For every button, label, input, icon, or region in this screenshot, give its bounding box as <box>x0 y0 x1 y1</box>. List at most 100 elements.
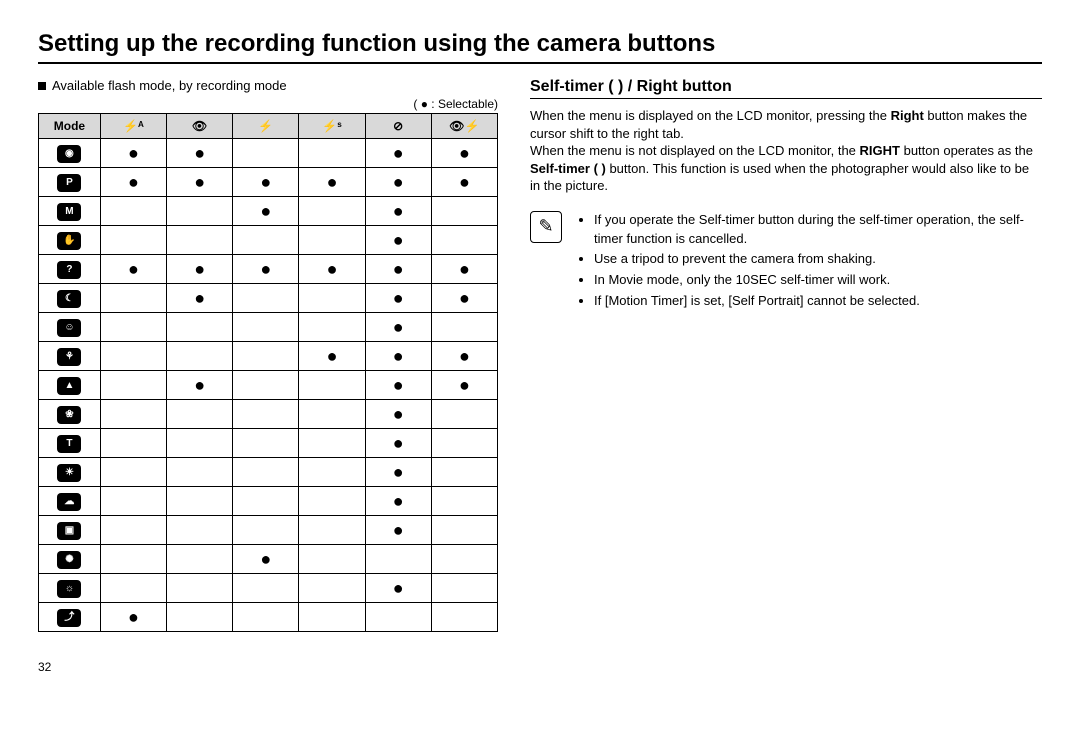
flash-cell: ● <box>365 371 431 400</box>
selectable-dot-icon: ● <box>393 404 404 424</box>
flash-mode-subhead: Available flash mode, by recording mode <box>38 78 498 93</box>
flash-cell <box>100 458 166 487</box>
flash-cell: ● <box>233 545 299 574</box>
flash-cell: ● <box>365 574 431 603</box>
flash-cell <box>100 313 166 342</box>
flash-cell: ● <box>167 371 233 400</box>
mode-sunset-icon: ☀ <box>57 464 81 482</box>
selectable-dot-icon: ● <box>459 143 470 163</box>
selectable-dot-icon: ● <box>128 607 139 627</box>
flash-cell: ● <box>233 168 299 197</box>
page-number: 32 <box>38 660 498 674</box>
flash-cell <box>431 313 497 342</box>
mode-header: Mode <box>39 114 101 139</box>
flash-cell <box>431 400 497 429</box>
mode-cell: ✋ <box>39 226 101 255</box>
table-row: ✺● <box>39 545 498 574</box>
table-row: M●● <box>39 197 498 226</box>
mode-cell: ☼ <box>39 574 101 603</box>
flash-cell <box>167 574 233 603</box>
mode-night-icon: ☾ <box>57 290 81 308</box>
mode-firework-icon: ✺ <box>57 551 81 569</box>
selectable-dot-icon: ● <box>128 259 139 279</box>
note-item: Use a tripod to prevent the camera from … <box>594 250 1042 269</box>
flash-cell <box>233 574 299 603</box>
mode-cell: ☾ <box>39 284 101 313</box>
selectable-dot-icon: ● <box>260 172 271 192</box>
flash-cell <box>167 545 233 574</box>
redeye-fix-icon: 👁⚡ <box>449 119 479 133</box>
flash-cell <box>100 342 166 371</box>
flash-mode-table: Mode ⚡ᴬ 👁 ⚡ ⚡ˢ ⊘ 👁⚡ ◉●●●●P●●●●●●M●●✋●?●●… <box>38 113 498 632</box>
flash-cell: ● <box>167 284 233 313</box>
selectable-dot-icon: ● <box>459 375 470 395</box>
flash-cell: ● <box>365 197 431 226</box>
flash-cell: ● <box>431 139 497 168</box>
table-row: ☺● <box>39 313 498 342</box>
self-timer-heading: Self-timer ( ) / Right button <box>530 78 1042 99</box>
columns: Available flash mode, by recording mode … <box>38 78 1042 674</box>
selectable-dot-icon: ● <box>393 172 404 192</box>
table-row: ☁● <box>39 487 498 516</box>
flash-cell <box>299 313 365 342</box>
flash-cell <box>299 371 365 400</box>
mode-cell: ✺ <box>39 545 101 574</box>
flash-cell <box>431 226 497 255</box>
flash-cell <box>365 603 431 632</box>
selectable-dot-icon: ● <box>393 317 404 337</box>
table-body: ◉●●●●P●●●●●●M●●✋●?●●●●●●☾●●●☺●⚘●●●▲●●●❀●… <box>39 139 498 632</box>
flash-cell <box>431 487 497 516</box>
selectable-dot-icon: ● <box>393 520 404 540</box>
fillin-flash-icon: ⚡ <box>258 119 273 133</box>
mode-cell: ⚘ <box>39 342 101 371</box>
flash-cell <box>100 400 166 429</box>
table-row: ✋● <box>39 226 498 255</box>
flash-cell <box>100 487 166 516</box>
table-row: ⤴● <box>39 603 498 632</box>
mode-cell: ? <box>39 255 101 284</box>
selectable-dot-icon: ● <box>459 346 470 366</box>
flash-cell <box>299 458 365 487</box>
selectable-dot-icon: ● <box>260 259 271 279</box>
flash-cell <box>431 603 497 632</box>
flash-cell: ● <box>167 255 233 284</box>
flash-cell: ● <box>365 429 431 458</box>
flash-cell: ● <box>365 342 431 371</box>
flash-cell: ● <box>167 168 233 197</box>
page-title: Setting up the recording function using … <box>38 30 1042 64</box>
p2d: Self-timer ( ) <box>530 161 606 176</box>
flash-cell: ● <box>431 371 497 400</box>
flash-cell: ● <box>431 255 497 284</box>
flash-cell <box>233 603 299 632</box>
col-flash-off: ⊘ <box>365 114 431 139</box>
p2c: button operates as the <box>900 143 1033 158</box>
selectable-dot-icon: ● <box>194 259 205 279</box>
selectable-dot-icon: ● <box>393 230 404 250</box>
flash-cell: ● <box>365 255 431 284</box>
flash-cell <box>233 516 299 545</box>
flash-cell <box>167 226 233 255</box>
selectable-dot-icon: ● <box>459 259 470 279</box>
flash-cell <box>233 226 299 255</box>
flash-cell <box>233 458 299 487</box>
flash-cell <box>299 574 365 603</box>
page: Setting up the recording function using … <box>0 0 1080 684</box>
flash-cell: ● <box>365 487 431 516</box>
selectable-dot-icon: ● <box>194 172 205 192</box>
right-column: Self-timer ( ) / Right button When the m… <box>530 78 1042 674</box>
flash-cell <box>431 545 497 574</box>
flash-cell <box>299 545 365 574</box>
selectable-dot-icon: ● <box>194 143 205 163</box>
flash-cell: ● <box>365 139 431 168</box>
selectable-dot-icon: ● <box>260 201 271 221</box>
flash-cell: ● <box>365 168 431 197</box>
flash-cell <box>100 429 166 458</box>
note-box: ✎ If you operate the Self-timer button d… <box>530 211 1042 313</box>
flash-cell <box>167 313 233 342</box>
flash-cell <box>233 313 299 342</box>
selectable-dot-icon: ● <box>393 433 404 453</box>
mode-cell: ⤴ <box>39 603 101 632</box>
mode-cell: ☀ <box>39 458 101 487</box>
flash-cell <box>299 400 365 429</box>
flash-cell <box>299 197 365 226</box>
